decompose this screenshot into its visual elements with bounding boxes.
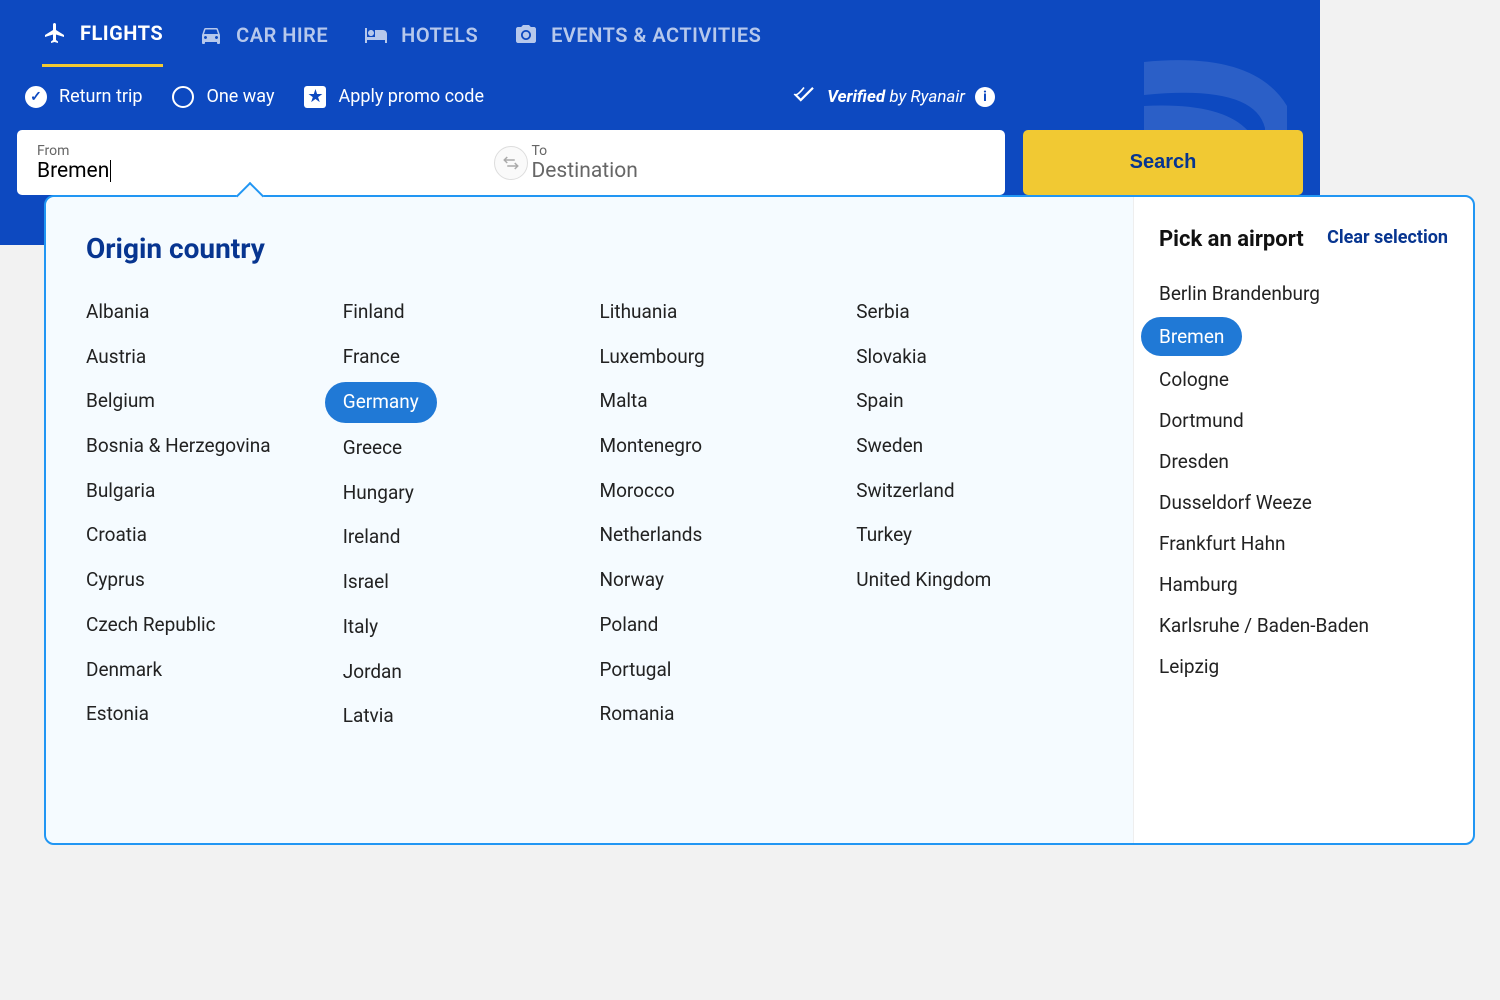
country-item[interactable]: Cyprus xyxy=(86,558,323,603)
country-item[interactable]: Germany xyxy=(325,382,437,423)
option-label: One way xyxy=(206,86,274,107)
radio-unchecked-icon xyxy=(172,86,194,108)
country-column: FinlandFranceGermanyGreeceHungaryIreland… xyxy=(343,290,580,739)
country-item[interactable]: Czech Republic xyxy=(86,603,323,648)
tab-label: HOTELS xyxy=(401,23,478,47)
airports-list: Berlin BrandenburgBremenCologneDortmundD… xyxy=(1159,273,1448,687)
airport-item[interactable]: Frankfurt Hahn xyxy=(1159,523,1448,564)
country-column: SerbiaSlovakiaSpainSwedenSwitzerlandTurk… xyxy=(856,290,1093,739)
airport-item[interactable]: Berlin Brandenburg xyxy=(1159,273,1448,314)
from-field[interactable]: From Bremen xyxy=(17,130,511,195)
airport-item[interactable]: Leipzig xyxy=(1159,646,1448,687)
country-item[interactable]: France xyxy=(343,335,580,380)
airports-title: Pick an airport xyxy=(1159,227,1304,253)
country-item[interactable]: Bulgaria xyxy=(86,469,323,514)
country-column: LithuaniaLuxembourgMaltaMontenegroMorocc… xyxy=(600,290,837,739)
info-icon: i xyxy=(975,87,995,107)
option-label: Return trip xyxy=(59,86,142,107)
camera-icon xyxy=(513,22,539,48)
field-label: To xyxy=(532,143,986,159)
country-item[interactable]: Turkey xyxy=(856,513,1093,558)
to-placeholder: Destination xyxy=(532,159,986,183)
country-item[interactable]: Romania xyxy=(600,692,837,737)
country-item[interactable]: Latvia xyxy=(343,694,580,739)
country-item[interactable]: Sweden xyxy=(856,424,1093,469)
airport-item[interactable]: Cologne xyxy=(1159,359,1448,400)
country-item[interactable]: Denmark xyxy=(86,648,323,693)
to-field[interactable]: To Destination xyxy=(512,130,1006,195)
country-item[interactable]: Slovakia xyxy=(856,335,1093,380)
country-item[interactable]: Greece xyxy=(343,426,580,471)
country-item[interactable]: Estonia xyxy=(86,692,323,737)
search-button[interactable]: Search xyxy=(1023,130,1303,195)
option-one-way[interactable]: One way xyxy=(172,86,274,108)
country-item[interactable]: United Kingdom xyxy=(856,558,1093,603)
panel-title: Origin country xyxy=(86,232,1093,265)
option-return-trip[interactable]: Return trip xyxy=(25,86,142,108)
airports-panel: Pick an airport Clear selection Berlin B… xyxy=(1133,197,1473,843)
tab-car-hire[interactable]: CAR HIRE xyxy=(198,20,328,67)
from-value: Bremen xyxy=(37,159,491,183)
country-item[interactable]: Austria xyxy=(86,335,323,380)
country-item[interactable]: Switzerland xyxy=(856,469,1093,514)
clear-selection-link[interactable]: Clear selection xyxy=(1327,227,1448,249)
search-row: From Bremen To Destination Search xyxy=(17,130,1303,195)
airport-item[interactable]: Dresden xyxy=(1159,441,1448,482)
country-item[interactable]: Israel xyxy=(343,560,580,605)
country-item[interactable]: Italy xyxy=(343,605,580,650)
airport-item[interactable]: Hamburg xyxy=(1159,564,1448,605)
country-item[interactable]: Malta xyxy=(600,379,837,424)
country-item[interactable]: Croatia xyxy=(86,513,323,558)
tab-flights[interactable]: FLIGHTS xyxy=(42,20,163,67)
tab-label: CAR HIRE xyxy=(236,23,328,47)
country-item[interactable]: Albania xyxy=(86,290,323,335)
country-item[interactable]: Hungary xyxy=(343,471,580,516)
country-item[interactable]: Poland xyxy=(600,603,837,648)
country-item[interactable]: Ireland xyxy=(343,515,580,560)
country-item[interactable]: Spain xyxy=(856,379,1093,424)
option-promo-code[interactable]: ★ Apply promo code xyxy=(304,86,484,108)
countries-grid: AlbaniaAustriaBelgiumBosnia & Herzegovin… xyxy=(86,290,1093,739)
checkmark-icon xyxy=(791,81,817,112)
airport-item[interactable]: Dortmund xyxy=(1159,400,1448,441)
country-item[interactable]: Luxembourg xyxy=(600,335,837,380)
field-label: From xyxy=(37,143,491,159)
car-icon xyxy=(198,22,224,48)
country-item[interactable]: Montenegro xyxy=(600,424,837,469)
country-item[interactable]: Portugal xyxy=(600,648,837,693)
bed-icon xyxy=(363,22,389,48)
tab-label: FLIGHTS xyxy=(80,21,163,45)
airport-item[interactable]: Karlsruhe / Baden-Baden xyxy=(1159,605,1448,646)
origin-dropdown: Origin country AlbaniaAustriaBelgiumBosn… xyxy=(44,195,1475,845)
option-label: Apply promo code xyxy=(338,86,484,107)
country-item[interactable]: Netherlands xyxy=(600,513,837,558)
country-item[interactable]: Belgium xyxy=(86,379,323,424)
airport-item[interactable]: Dusseldorf Weeze xyxy=(1159,482,1448,523)
country-item[interactable]: Serbia xyxy=(856,290,1093,335)
star-tag-icon: ★ xyxy=(304,86,326,108)
swap-icon[interactable] xyxy=(494,146,528,180)
airport-item[interactable]: Bremen xyxy=(1141,317,1242,356)
country-item[interactable]: Jordan xyxy=(343,650,580,695)
tab-label: EVENTS & ACTIVITIES xyxy=(551,23,761,47)
tab-events[interactable]: EVENTS & ACTIVITIES xyxy=(513,20,761,67)
country-item[interactable]: Lithuania xyxy=(600,290,837,335)
country-item[interactable]: Finland xyxy=(343,290,580,335)
airports-header: Pick an airport Clear selection xyxy=(1159,227,1448,253)
country-item[interactable]: Norway xyxy=(600,558,837,603)
country-item[interactable]: Bosnia & Herzegovina xyxy=(86,424,323,469)
radio-checked-icon xyxy=(25,86,47,108)
country-column: AlbaniaAustriaBelgiumBosnia & Herzegovin… xyxy=(86,290,323,739)
countries-panel: Origin country AlbaniaAustriaBelgiumBosn… xyxy=(46,197,1133,843)
route-fields: From Bremen To Destination xyxy=(17,130,1005,195)
country-item[interactable]: Morocco xyxy=(600,469,837,514)
verified-text: Verified by Ryanair xyxy=(827,87,965,107)
tab-hotels[interactable]: HOTELS xyxy=(363,20,478,67)
plane-icon xyxy=(42,20,68,46)
